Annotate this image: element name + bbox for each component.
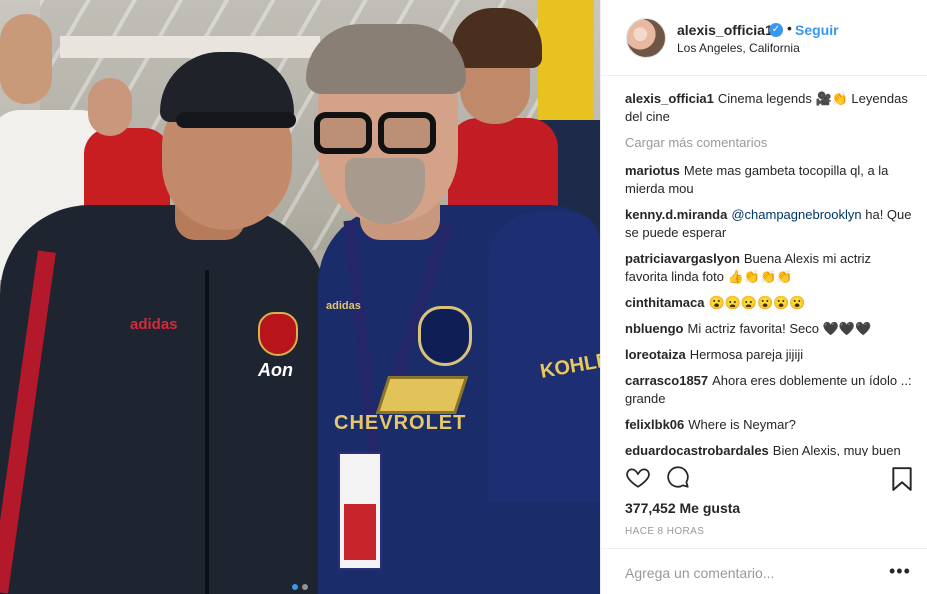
glasses xyxy=(314,112,444,156)
comment-username[interactable]: kenny.d.miranda xyxy=(625,207,727,222)
comment-item: felixlbk06 Where is Neymar? xyxy=(625,416,913,434)
post-photo[interactable]: adidas Aon adidas CHEVROLET KOHLE xyxy=(0,0,600,594)
club-crest-right xyxy=(418,306,472,366)
post-timestamp[interactable]: HACE 8 HORAS xyxy=(625,526,704,537)
post-header: alexis_officia1 ✓ • Seguir Los Angeles, … xyxy=(601,0,927,76)
comment-mention[interactable]: @champagnebrooklyn xyxy=(731,207,861,222)
location-link[interactable]: Los Angeles, California xyxy=(677,41,800,55)
background-banner xyxy=(60,36,320,58)
comment-text: Hermosa pareja jijiji xyxy=(689,347,804,362)
load-more-comments-button[interactable]: Cargar más comentarios xyxy=(625,134,913,152)
comment-username[interactable]: felixlbk06 xyxy=(625,417,684,432)
comment-input[interactable] xyxy=(625,563,875,583)
comment-username[interactable]: loreotaiza xyxy=(625,347,686,362)
comment-text: Mi actriz favorita! Seco 🖤🖤🖤 xyxy=(687,321,872,336)
caption: alexis_officia1 Cinema legends 🎥👏 Leyenda… xyxy=(625,90,913,126)
more-icon[interactable]: ••• xyxy=(889,561,911,582)
right-man-hair xyxy=(306,24,466,94)
sponsor-chevrolet: CHEVROLET xyxy=(334,412,467,434)
bystander-left-head xyxy=(0,14,52,104)
credential-badge xyxy=(338,452,382,570)
comment-item: patriciavargaslyon Buena Alexis mi actriz… xyxy=(625,250,913,286)
comments-list[interactable]: alexis_officia1 Cinema legends 🎥👏 Leyenda… xyxy=(625,90,913,456)
comment-text: Where is Neymar? xyxy=(688,417,796,432)
club-crest-left xyxy=(258,312,298,356)
caption-username[interactable]: alexis_officia1 xyxy=(625,91,714,106)
separator-dot: • xyxy=(787,20,792,36)
heart-icon[interactable] xyxy=(625,464,651,490)
comment-icon[interactable] xyxy=(665,464,691,490)
comment-username[interactable]: patriciavargaslyon xyxy=(625,251,740,266)
author-username[interactable]: alexis_officia1 xyxy=(677,22,773,38)
sponsor-aon: Aon xyxy=(258,360,293,380)
avatar[interactable] xyxy=(626,18,666,58)
comment-username[interactable]: nbluengo xyxy=(625,321,684,336)
comment-username[interactable]: carrasco1857 xyxy=(625,373,708,388)
comment-item: nbluengo Mi actriz favorita! Seco 🖤🖤🖤 xyxy=(625,320,913,338)
bystander-red-head xyxy=(88,78,132,136)
carousel-dot-active[interactable] xyxy=(292,584,298,590)
likes-count[interactable]: 377,452 Me gusta xyxy=(625,500,740,516)
adidas-logo-left: adidas xyxy=(130,316,178,333)
comment-text: 😮😦😦😮😮😮 xyxy=(708,295,806,310)
adidas-logo-right: adidas xyxy=(326,300,361,312)
post-actions xyxy=(625,464,915,494)
comment-username[interactable]: mariotus xyxy=(625,163,680,178)
background-pillar xyxy=(538,0,594,135)
add-comment-bar: ••• xyxy=(601,548,927,594)
comment-item: cinthitamaca 😮😦😦😮😮😮 xyxy=(625,294,913,312)
chevrolet-bowtie-logo xyxy=(375,376,469,414)
carousel-dots[interactable] xyxy=(292,578,312,593)
follow-button[interactable]: Seguir xyxy=(795,22,839,38)
comment-item: kenny.d.miranda @champagnebrooklyn ha! Qu… xyxy=(625,206,913,242)
comment-item: mariotus Mete mas gambeta tocopilla ql, a… xyxy=(625,162,913,198)
carousel-dot[interactable] xyxy=(302,584,308,590)
comment-item: carrasco1857 Ahora eres doblemente un ído… xyxy=(625,372,913,408)
comment-username[interactable]: cinthitamaca xyxy=(625,295,704,310)
jacket-zipper xyxy=(205,270,209,594)
comment-username[interactable]: eduardocastrobardales xyxy=(625,443,769,456)
bookmark-icon[interactable] xyxy=(891,466,913,492)
post-sidebar: alexis_officia1 ✓ • Seguir Los Angeles, … xyxy=(600,0,927,594)
comment-item: loreotaiza Hermosa pareja jijiji xyxy=(625,346,913,364)
verified-icon: ✓ xyxy=(769,23,783,37)
comment-item: eduardocastrobardales Bien Alexis, muy bu… xyxy=(625,442,913,456)
left-man-cap-brim xyxy=(176,112,296,128)
